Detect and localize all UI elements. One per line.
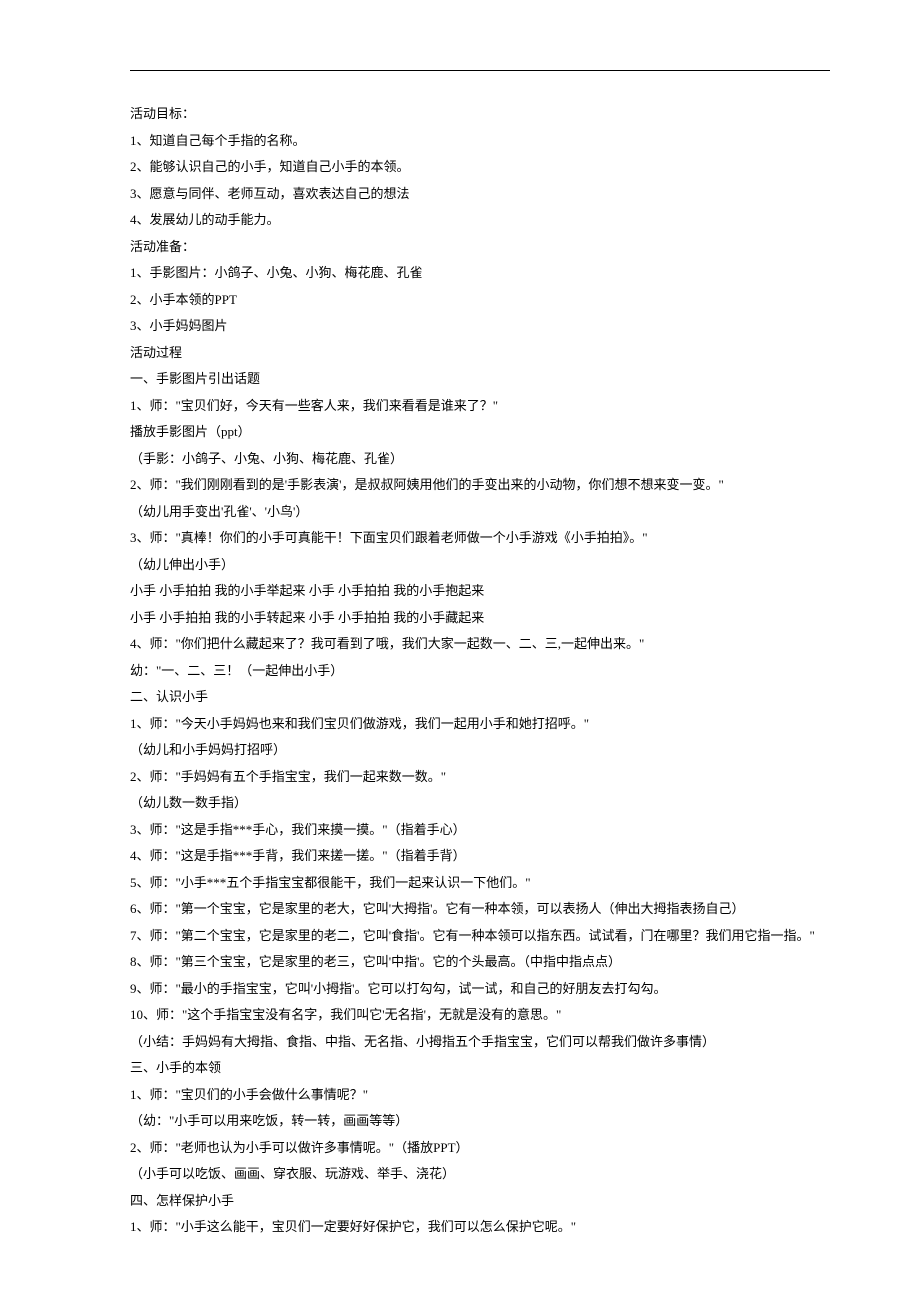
text-line: 四、怎样保护小手 [130,1188,830,1215]
text-line: 小手 小手拍拍 我的小手举起来 小手 小手拍拍 我的小手抱起来 [130,578,830,605]
text-line: 活动过程 [130,340,830,367]
text-line: （幼："小手可以用来吃饭，转一转，画画等等） [130,1108,830,1135]
text-line: 2、小手本领的PPT [130,287,830,314]
document-body: 活动目标：1、知道自己每个手指的名称。2、能够认识自己的小手，知道自己小手的本领… [130,101,830,1241]
text-line: （幼儿数一数手指） [130,790,830,817]
text-line: 3、愿意与同伴、老师互动，喜欢表达自己的想法 [130,181,830,208]
text-line: 3、师："真棒！你们的小手可真能干！下面宝贝们跟着老师做一个小手游戏《小手拍拍》… [130,525,830,552]
text-line: 2、师："手妈妈有五个手指宝宝，我们一起来数一数。" [130,764,830,791]
text-line: 1、师："今天小手妈妈也来和我们宝贝们做游戏，我们一起用小手和她打招呼。" [130,711,830,738]
text-line: 小手 小手拍拍 我的小手转起来 小手 小手拍拍 我的小手藏起来 [130,605,830,632]
text-line: 1、师："宝贝们的小手会做什么事情呢？" [130,1082,830,1109]
text-line: 1、师："小手这么能干，宝贝们一定要好好保护它，我们可以怎么保护它呢。" [130,1214,830,1241]
text-line: 3、小手妈妈图片 [130,313,830,340]
text-line: （小结：手妈妈有大拇指、食指、中指、无名指、小拇指五个手指宝宝，它们可以帮我们做… [130,1029,830,1056]
text-line: （幼儿和小手妈妈打招呼） [130,737,830,764]
text-line: 活动准备： [130,234,830,261]
document-page: 活动目标：1、知道自己每个手指的名称。2、能够认识自己的小手，知道自己小手的本领… [0,0,920,1301]
text-line: 2、师："我们刚刚看到的是'手影表演'，是叔叔阿姨用他们的手变出来的小动物，你们… [130,472,830,499]
text-line: （幼儿伸出小手） [130,552,830,579]
text-line: 7、师："第二个宝宝，它是家里的老二，它叫'食指'。它有一种本领可以指东西。试试… [130,923,830,950]
text-line: 9、师："最小的手指宝宝，它叫'小拇指'。它可以打勾勾，试一试，和自己的好朋友去… [130,976,830,1003]
text-line: 4、发展幼儿的动手能力。 [130,207,830,234]
text-line: （小手可以吃饭、画画、穿衣服、玩游戏、举手、浇花） [130,1161,830,1188]
text-line: 播放手影图片（ppt） [130,419,830,446]
text-line: 6、师："第一个宝宝，它是家里的老大，它叫'大拇指'。它有一种本领，可以表扬人（… [130,896,830,923]
text-line: 1、手影图片：小鸽子、小兔、小狗、梅花鹿、孔雀 [130,260,830,287]
text-line: 三、小手的本领 [130,1055,830,1082]
text-line: 一、手影图片引出话题 [130,366,830,393]
text-line: 3、师："这是手指***手心，我们来摸一摸。"（指着手心） [130,817,830,844]
text-line: 活动目标： [130,101,830,128]
text-line: 2、师："老师也认为小手可以做许多事情呢。"（播放PPT） [130,1135,830,1162]
text-line: 1、师："宝贝们好，今天有一些客人来，我们来看看是谁来了？" [130,393,830,420]
text-line: 1、知道自己每个手指的名称。 [130,128,830,155]
text-line: 5、师："小手***五个手指宝宝都很能干，我们一起来认识一下他们。" [130,870,830,897]
text-line: 8、师："第三个宝宝，它是家里的老三，它叫'中指'。它的个头最高。（中指中指点点… [130,949,830,976]
text-line: 幼："一、二、三！（一起伸出小手） [130,658,830,685]
text-line: 2、能够认识自己的小手，知道自己小手的本领。 [130,154,830,181]
text-line: （手影：小鸽子、小兔、小狗、梅花鹿、孔雀） [130,446,830,473]
text-line: （幼儿用手变出'孔雀'、'小鸟'） [130,499,830,526]
text-line: 10、师："这个手指宝宝没有名字，我们叫它'无名指'，无就是没有的意思。" [130,1002,830,1029]
text-line: 4、师："你们把什么藏起来了？我可看到了哦，我们大家一起数一、二、三,一起伸出来… [130,631,830,658]
text-line: 4、师："这是手指***手背，我们来搓一搓。"（指着手背） [130,843,830,870]
text-line: 二、认识小手 [130,684,830,711]
horizontal-rule [130,70,830,71]
